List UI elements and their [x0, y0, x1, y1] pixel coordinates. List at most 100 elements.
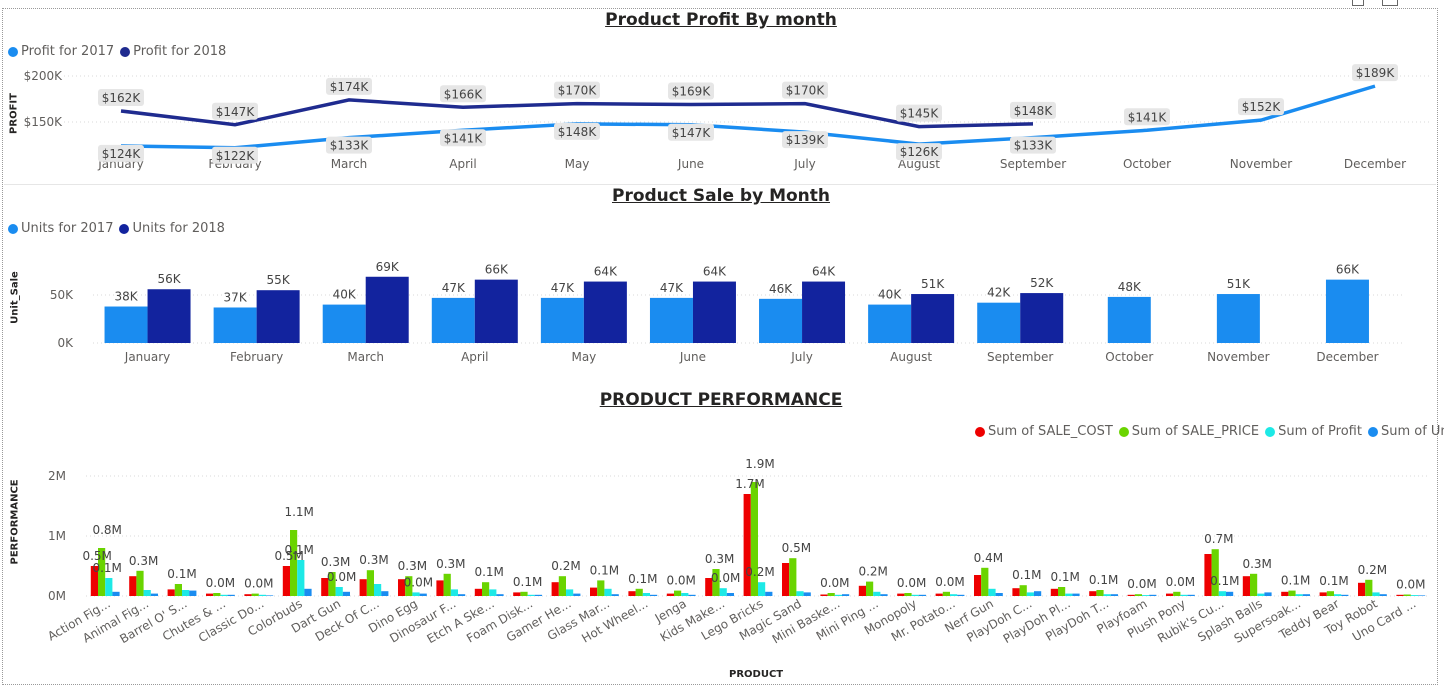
- data-label: 0.1M: [1089, 573, 1118, 587]
- data-label: 66K: [1336, 263, 1360, 277]
- x-tick-label: February: [230, 350, 283, 364]
- x-tick-label: December: [1344, 157, 1406, 171]
- data-label: $139K: [786, 133, 826, 147]
- data-label: $147K: [672, 126, 712, 140]
- bar-units: [304, 588, 312, 596]
- bar-cost: [590, 587, 598, 596]
- bar-price: [1365, 579, 1373, 596]
- bar-september-2017: [977, 302, 1021, 343]
- bar-units: [1264, 592, 1272, 596]
- bar-october-2017: [1107, 296, 1151, 343]
- bar-profit: [796, 591, 804, 596]
- data-label: 47K: [660, 281, 684, 295]
- data-label: 0.1M: [92, 561, 121, 575]
- bar-units: [957, 594, 965, 596]
- bar-august-2018: [911, 294, 955, 343]
- sale-y-axis-title: Unit_Sale: [9, 271, 21, 324]
- bar-units: [112, 591, 120, 596]
- bar-profit: [604, 588, 612, 596]
- x-tick-label: January: [124, 350, 171, 364]
- bar-profit: [527, 594, 535, 596]
- profit-line-chart: $150K $200K January February March April May Ju…: [24, 64, 1432, 646]
- data-label: 1.1M: [284, 505, 313, 519]
- bar-units: [726, 593, 734, 596]
- bar-may-2017: [540, 297, 584, 343]
- y-tick-label: 1M: [48, 529, 66, 543]
- legend-item-profit[interactable]: Sum of Profit: [1265, 424, 1362, 439]
- data-label: 0.0M: [666, 574, 695, 588]
- bar-units: [765, 591, 773, 596]
- data-label: 0.1M: [167, 567, 196, 581]
- bar-profit: [1218, 591, 1226, 596]
- legend-dot-icon: [1118, 426, 1129, 437]
- data-label: 66K: [485, 263, 509, 277]
- legend-item-sale-cost[interactable]: Sum of SALE_COST: [975, 424, 1113, 439]
- x-tick-label: May: [571, 350, 596, 364]
- bar-price: [1211, 549, 1219, 596]
- bar-profit: [335, 587, 343, 596]
- bar-units: [650, 594, 658, 596]
- legend-item-units-2018[interactable]: Units for 2018: [119, 221, 225, 236]
- bar-units: [1379, 594, 1387, 596]
- x-tick-label: March: [331, 157, 368, 171]
- x-tick-label: April: [449, 157, 476, 171]
- bar-cost: [359, 579, 367, 596]
- data-label: 47K: [442, 281, 466, 295]
- data-label: 0.0M: [1127, 577, 1156, 591]
- data-label: $170K: [786, 84, 826, 98]
- bar-units: [1418, 595, 1426, 596]
- data-label: 52K: [1030, 276, 1054, 290]
- data-label: $147K: [216, 105, 256, 119]
- bar-april-2018: [474, 279, 518, 343]
- x-tick-label: March: [347, 350, 384, 364]
- bar-cost: [1166, 593, 1174, 596]
- bar-profit: [1257, 593, 1265, 596]
- data-label: $152K: [1242, 100, 1282, 114]
- legend-dot-icon: [1265, 426, 1276, 437]
- y-tick-label: 0M: [48, 589, 66, 603]
- data-label: 0.1M: [513, 575, 542, 589]
- bar-cost: [935, 593, 943, 596]
- data-label: $133K: [1014, 139, 1054, 153]
- x-tick-label: September: [1000, 157, 1066, 171]
- data-label: $126K: [900, 145, 940, 159]
- data-label: 55K: [267, 273, 291, 287]
- data-label: 0.3M: [321, 555, 350, 569]
- legend-item-units-2017[interactable]: Units for 2017: [8, 221, 113, 236]
- data-label: $166K: [444, 87, 484, 101]
- bar-august-2017: [868, 304, 912, 343]
- bar-june-2018: [692, 281, 736, 343]
- data-label: 0.1M: [284, 543, 313, 557]
- bar-cost: [1319, 592, 1327, 596]
- legend-item-units[interactable]: Sum of Units: [1367, 424, 1444, 439]
- sale-chart-title: Product Sale by Month: [611, 186, 831, 206]
- data-label: $189K: [1356, 66, 1396, 80]
- data-label: $162K: [102, 91, 142, 105]
- data-label: 0.1M: [590, 563, 619, 577]
- bar-price: [1288, 590, 1296, 596]
- bar-profit: [834, 594, 842, 596]
- bar-january-2017: [104, 306, 148, 343]
- bar-profit: [489, 589, 497, 596]
- x-tick-label: December: [1316, 350, 1378, 364]
- bar-units: [880, 594, 888, 596]
- bar-units: [150, 593, 158, 596]
- data-label: $145K: [900, 107, 940, 121]
- data-label: 47K: [551, 281, 575, 295]
- bar-cost: [1281, 591, 1289, 596]
- bar-cost: [282, 566, 290, 596]
- data-label: 0.3M: [359, 553, 388, 567]
- bar-february-2018: [256, 290, 300, 343]
- legend-dot-icon: [975, 426, 985, 437]
- bar-cost: [129, 576, 137, 596]
- data-label: 46K: [769, 282, 793, 296]
- bar-price: [482, 582, 490, 596]
- bar-march-2018: [365, 276, 409, 343]
- bar-price: [1058, 587, 1066, 596]
- bar-cost: [666, 593, 674, 596]
- legend-item-sale-price[interactable]: Sum of SALE_PRICE: [1118, 424, 1259, 439]
- x-tick-label: August: [890, 350, 932, 364]
- bar-cost: [1358, 582, 1366, 596]
- bar-profit: [143, 590, 151, 596]
- bar-price: [251, 593, 259, 596]
